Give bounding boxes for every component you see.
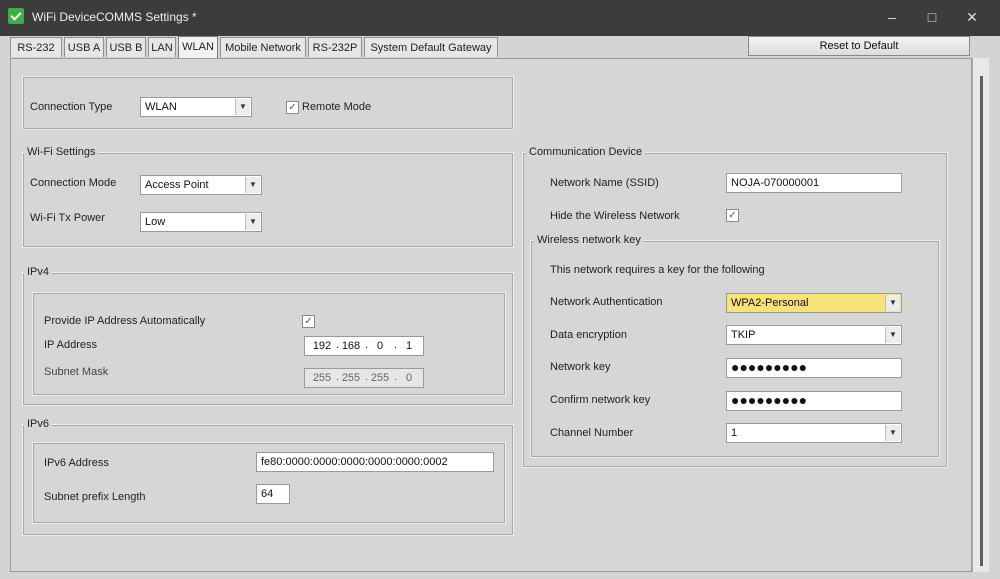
connection-type-value: WLAN [145,101,177,113]
channel-number-label: Channel Number [550,427,634,439]
wireless-key-title: Wireless network key [534,234,644,246]
ip-dot: . [394,339,398,351]
chevron-down-icon: ▼ [885,425,900,441]
ssid-label: Network Name (SSID) [550,177,659,189]
app-check-icon [8,8,24,24]
network-authentication-value: WPA2-Personal [731,297,809,309]
ip-address-input[interactable]: 192 . 168 . 0 . 1 [304,336,424,356]
window-title: WiFi DeviceCOMMS Settings * [32,10,197,24]
hide-network-checkbox[interactable]: ✓ [726,209,739,222]
minimize-button[interactable]: – [880,8,904,26]
mask-octet: 255 [341,372,361,384]
ipv6-title: IPv6 [24,418,53,430]
ssid-input[interactable]: NOJA-070000001 [726,173,902,193]
subnet-mask-label: Subnet Mask [44,366,109,378]
connection-type-label: Connection Type [30,101,113,113]
channel-number-select[interactable]: 1 ▼ [726,423,902,443]
wifi-tx-power-label: Wi-Fi Tx Power [30,212,105,224]
ipv4-title: IPv4 [24,266,53,278]
tab-wlan[interactable]: WLAN [178,36,218,59]
mask-dot: . [365,371,369,383]
scrollbar-thumb[interactable] [980,76,983,566]
ip-octet: 168 [341,340,361,352]
close-button[interactable]: ✕ [960,8,984,26]
communication-device-title: Communication Device [526,146,646,158]
tab-rs232[interactable]: RS-232 [10,37,62,57]
ip-dot: . [336,339,340,351]
wifi-tx-power-value: Low [145,216,166,228]
ip-octet: 1 [405,340,413,352]
network-key-label: Network key [550,361,611,373]
wifi-tx-power-select[interactable]: Low ▼ [140,212,262,232]
ipv6-address-input[interactable]: fe80:0000:0000:0000:0000:0000:0002 [256,452,494,472]
tab-usb-a[interactable]: USB A [64,37,104,57]
settings-window: WiFi DeviceCOMMS Settings * – □ ✕ RS-232… [0,0,1000,579]
title-bar: WiFi DeviceCOMMS Settings * – □ ✕ [0,0,1000,36]
data-encryption-label: Data encryption [550,329,628,341]
tab-rs232p[interactable]: RS-232P [308,37,362,57]
ip-octet: 0 [376,340,384,352]
tab-mobile-network[interactable]: Mobile Network [220,37,306,57]
tab-usb-b[interactable]: USB B [106,37,146,57]
remote-mode-checkbox[interactable]: ✓ [286,101,299,114]
mask-octet: 255 [370,372,390,384]
chevron-down-icon: ▼ [885,295,900,311]
ip-dot: . [365,339,369,351]
mask-dot: . [394,371,398,383]
tab-lan[interactable]: LAN [148,37,176,57]
remote-mode-label: Remote Mode [302,101,372,113]
chevron-down-icon: ▼ [245,214,260,230]
tab-system-default-gateway[interactable]: System Default Gateway [364,37,498,57]
subnet-prefix-input[interactable]: 64 [256,484,290,504]
connection-mode-select[interactable]: Access Point ▼ [140,175,262,195]
confirm-network-key-input[interactable]: ●●●●●●●●● [726,391,902,411]
subnet-prefix-label: Subnet prefix Length [44,491,146,503]
auto-ip-label: Provide IP Address Automatically [44,315,206,327]
network-authentication-label: Network Authentication [550,296,663,308]
reset-to-default-button[interactable]: Reset to Default [748,36,970,56]
connection-type-select[interactable]: WLAN ▼ [140,97,252,117]
wifi-settings-title: Wi-Fi Settings [24,146,99,158]
mask-octet: 0 [405,372,413,384]
connection-mode-label: Connection Mode [30,177,117,189]
chevron-down-icon: ▼ [885,327,900,343]
wifi-settings-group [22,152,514,248]
ipv6-address-label: IPv6 Address [44,457,109,469]
maximize-button[interactable]: □ [920,8,944,26]
confirm-network-key-label: Confirm network key [550,394,651,406]
mask-dot: . [336,371,340,383]
connection-mode-value: Access Point [145,179,209,191]
data-encryption-select[interactable]: TKIP ▼ [726,325,902,345]
chevron-down-icon: ▼ [245,177,260,193]
ip-octet: 192 [312,340,332,352]
auto-ip-checkbox[interactable]: ✓ [302,315,315,328]
hide-network-label: Hide the Wireless Network [550,210,680,222]
network-key-input[interactable]: ●●●●●●●●● [726,358,902,378]
data-encryption-value: TKIP [731,329,756,341]
network-authentication-select[interactable]: WPA2-Personal ▼ [726,293,902,313]
channel-number-value: 1 [731,427,738,439]
mask-octet: 255 [312,372,332,384]
ip-address-label: IP Address [44,339,97,351]
key-requirement-note: This network requires a key for the foll… [550,264,765,276]
chevron-down-icon: ▼ [235,99,250,115]
subnet-mask-input: 255 . 255 . 255 . 0 [304,368,424,388]
ipv4-inner-group [32,292,506,396]
